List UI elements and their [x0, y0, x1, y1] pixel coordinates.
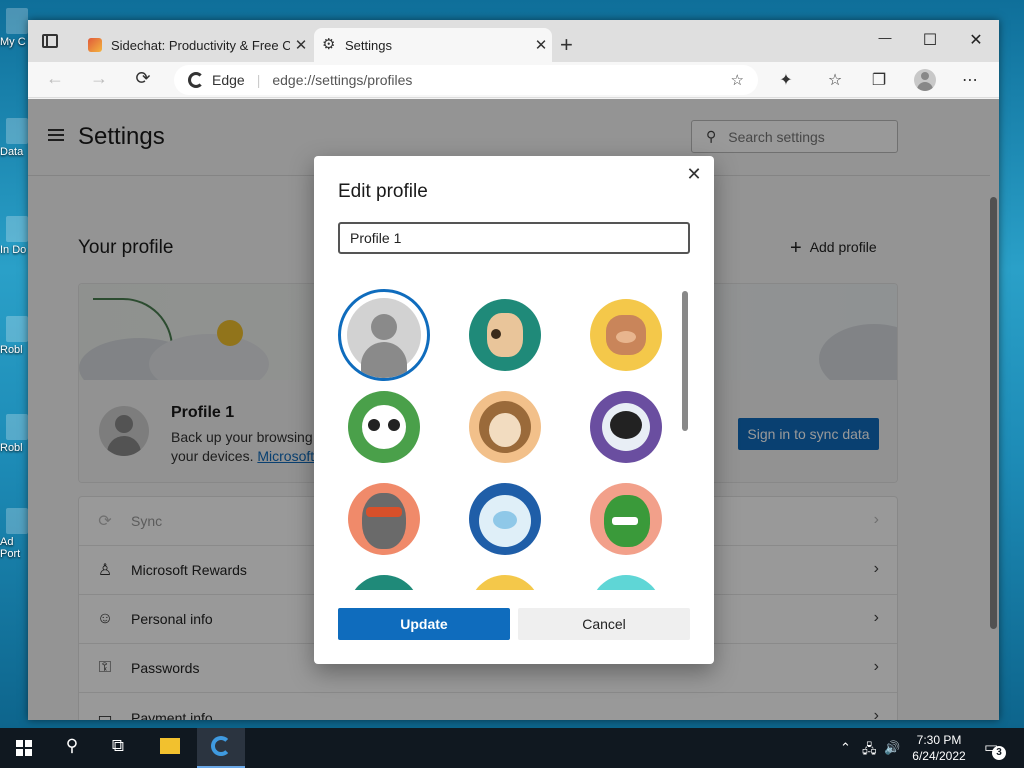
shortcut-icon: [6, 414, 28, 440]
hedgehog-avatar[interactable]: [469, 391, 541, 463]
start-button[interactable]: [16, 740, 32, 756]
notification-icon[interactable]: ▭ 3: [984, 738, 1006, 760]
panda-avatar[interactable]: [348, 391, 420, 463]
chevron-up-icon[interactable]: ⌃: [840, 740, 851, 756]
clock[interactable]: 7:30 PM 6/24/2022: [904, 732, 974, 764]
desktop-icon-installer[interactable]: In Do: [0, 216, 28, 256]
task-view-icon[interactable]: ⧉: [102, 736, 134, 760]
site-name: Edge: [212, 72, 245, 88]
aqua-avatar[interactable]: [590, 575, 662, 590]
desktop-icon-label: My C: [0, 36, 26, 48]
refresh-button[interactable]: ⟳: [130, 68, 156, 89]
dog-avatar[interactable]: [469, 299, 541, 371]
avatar-picker: [314, 289, 714, 590]
yeti-avatar[interactable]: [469, 483, 541, 555]
back-button[interactable]: ←: [42, 68, 68, 89]
collections-icon[interactable]: ❐: [865, 70, 893, 90]
network-icon[interactable]: 🖧: [862, 740, 877, 762]
tab-actions-icon[interactable]: [42, 34, 58, 48]
windows-logo-icon: [16, 740, 23, 747]
favorites-icon[interactable]: ☆: [821, 70, 849, 90]
desktop-icon-label: Data: [0, 146, 24, 158]
desktop-icon-label: Ad Port: [0, 536, 21, 560]
maximize-button[interactable]: ☐: [915, 30, 945, 50]
edge-logo-icon: [188, 72, 204, 88]
profile-name-input[interactable]: [338, 222, 690, 254]
tab-settings[interactable]: ⚙ Settings ✕: [314, 28, 552, 62]
clock-date: 6/24/2022: [912, 749, 966, 763]
tab-sidechat[interactable]: Sidechat: Productivity & Free Ch ✕: [80, 28, 312, 62]
file-explorer-icon[interactable]: [154, 736, 186, 760]
tab-title: Settings: [345, 37, 392, 53]
close-icon[interactable]: ✕: [684, 164, 704, 185]
update-button[interactable]: Update: [338, 608, 510, 640]
notification-badge: 3: [992, 746, 1006, 760]
desktop-icon-my-computer[interactable]: My C: [0, 8, 28, 48]
profile-icon[interactable]: [914, 69, 936, 91]
clock-time: 7:30 PM: [916, 733, 962, 747]
extensions-icon[interactable]: ✦: [772, 70, 800, 90]
sidechat-favicon-icon: [88, 38, 102, 52]
edge-taskbar-button[interactable]: [197, 728, 245, 768]
teal-avatar[interactable]: [348, 575, 420, 590]
address-bar-row: ← → ⟳ Edge | edge://settings/profiles ☆ …: [28, 62, 999, 98]
yellow-avatar[interactable]: [469, 575, 541, 590]
dinosaur-avatar[interactable]: [590, 483, 662, 555]
desktop-icon-label: Robl: [0, 442, 23, 454]
desktop-icon-roblox-2[interactable]: Robl: [0, 414, 28, 454]
taskbar: ⚲ ⧉ ⌃ 🖧 🔊 7:30 PM 6/24/2022 ▭ 3: [0, 728, 1024, 768]
dialog-title: Edit profile: [338, 181, 428, 202]
ninja-avatar[interactable]: [348, 483, 420, 555]
desktop-icon-label: In Do: [0, 244, 27, 256]
edit-profile-dialog: Edit profile ✕ Profile 1 Update Cancel: [314, 156, 714, 664]
desktop-icon-label: Robl: [0, 344, 23, 356]
computer-icon: [6, 8, 28, 34]
close-window-button[interactable]: ✕: [961, 30, 991, 50]
cancel-button[interactable]: Cancel: [518, 608, 690, 640]
add-favorite-icon[interactable]: ☆: [731, 71, 744, 89]
url-text: edge://settings/profiles: [272, 72, 413, 88]
desktop-icon-roblox-1[interactable]: Robl: [0, 316, 28, 356]
browser-window: Sidechat: Productivity & Free Ch ✕ ⚙ Set…: [28, 20, 999, 720]
shortcut-icon: [6, 216, 28, 242]
cat-avatar[interactable]: [590, 299, 662, 371]
minimize-button[interactable]: —: [870, 30, 900, 45]
avatar-scrollbar[interactable]: [682, 291, 688, 431]
address-bar[interactable]: Edge | edge://settings/profiles ☆: [174, 65, 758, 95]
tab-close-icon[interactable]: ✕: [290, 36, 312, 54]
tab-close-icon[interactable]: ✕: [530, 36, 552, 54]
search-icon[interactable]: ⚲: [56, 736, 88, 760]
astronaut-avatar[interactable]: [590, 391, 662, 463]
shortcut-icon: [6, 118, 28, 144]
gear-icon: ⚙: [322, 36, 336, 53]
desktop-icon-portable[interactable]: Ad Port: [0, 508, 28, 560]
new-tab-button[interactable]: +: [560, 32, 573, 58]
volume-icon[interactable]: 🔊: [884, 740, 900, 756]
edge-icon: [211, 736, 231, 756]
address-separator: |: [256, 72, 261, 88]
desktop-icon-data[interactable]: Data: [0, 118, 28, 158]
tab-bar: Sidechat: Productivity & Free Ch ✕ ⚙ Set…: [28, 20, 999, 62]
shortcut-icon: [6, 316, 28, 342]
tab-title: Sidechat: Productivity & Free Ch: [111, 37, 290, 53]
default-person-avatar[interactable]: [338, 289, 430, 381]
shortcut-icon: [6, 508, 28, 534]
forward-button[interactable]: →: [86, 68, 112, 89]
more-icon[interactable]: ⋯: [956, 70, 984, 90]
